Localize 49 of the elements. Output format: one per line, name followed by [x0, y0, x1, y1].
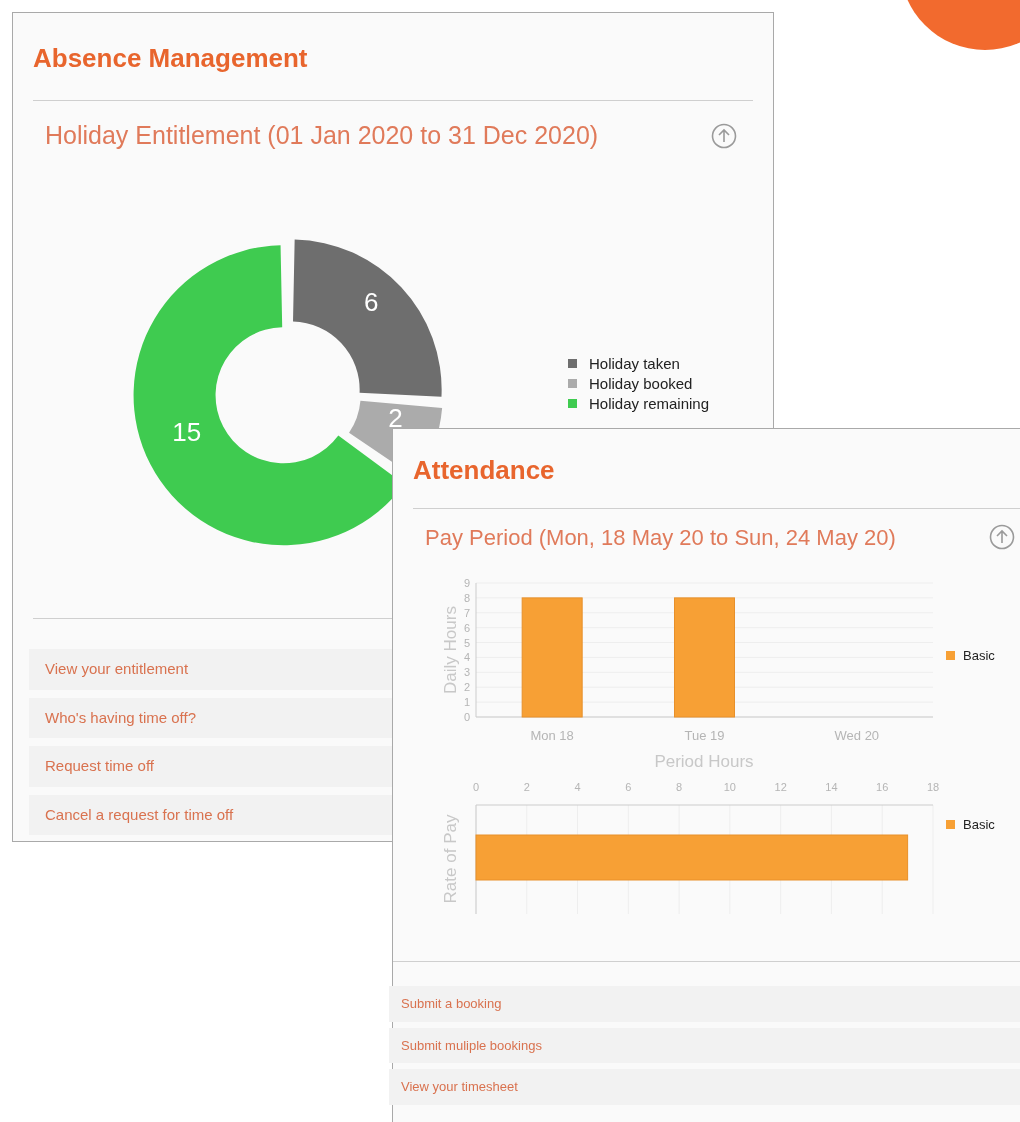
- legend-label: Holiday taken: [589, 355, 680, 372]
- legend-swatch: [946, 820, 955, 829]
- legend-label: Holiday booked: [589, 375, 693, 392]
- axis-tick-label: 10: [723, 781, 736, 793]
- axis-tick-label: 18: [926, 781, 940, 793]
- scroll-up-icon[interactable]: [711, 123, 737, 149]
- axis-tick-label: 2: [463, 681, 470, 694]
- action-link[interactable]: View your timesheet: [389, 1069, 1020, 1105]
- axis-tick-label: 4: [463, 651, 470, 664]
- action-link[interactable]: Submit muliple bookings: [389, 1027, 1020, 1063]
- axis-tick-label: 8: [676, 781, 683, 793]
- slice-value-label: 15: [172, 417, 202, 448]
- action-link[interactable]: Who's having time off?: [29, 697, 392, 738]
- panel-subtitle: Holiday Entitlement (01 Jan 2020 to 31 Dec 2020): [45, 120, 599, 152]
- legend-swatch: [568, 379, 577, 388]
- scroll-up-icon[interactable]: [989, 524, 1015, 550]
- axis-tick-label: 9: [463, 577, 470, 589]
- slice-value-label: 6: [364, 287, 379, 318]
- action-link[interactable]: Cancel a request for time off: [29, 794, 392, 835]
- axis-tick-label: 1: [463, 696, 470, 709]
- axis-tick-label: 8: [463, 591, 470, 604]
- axis-tick-label: 16: [876, 781, 889, 793]
- action-link[interactable]: View your entitlement: [29, 649, 392, 690]
- legend-label: Basic: [963, 648, 995, 663]
- axis-tick-label: 2: [523, 781, 530, 793]
- axis-tick-label: 3: [463, 666, 470, 679]
- axis-tick-label: 6: [463, 621, 470, 634]
- axis-tick-label: 14: [825, 781, 838, 793]
- axis-category-label: Mon 18: [530, 728, 574, 743]
- axis-tick-label: 0: [472, 781, 480, 793]
- axis-tick-label: 4: [574, 781, 581, 793]
- axis-tick-label: 12: [774, 781, 787, 793]
- panel-subtitle: Pay Period (Mon, 18 May 20 to Sun, 24 May 20): [425, 523, 896, 552]
- legend-swatch: [568, 399, 577, 408]
- action-link[interactable]: Request time off: [29, 746, 392, 787]
- legend-swatch: [568, 359, 577, 368]
- slice-value-label: 2: [388, 403, 403, 434]
- axis-category-label: Tue 19: [684, 728, 725, 743]
- panel-title: Attendance: [413, 454, 555, 487]
- legend-swatch: [946, 651, 955, 660]
- legend-label: Holiday remaining: [589, 395, 710, 412]
- action-link[interactable]: Submit a booking: [389, 986, 1020, 1022]
- panel-title: Absence Management: [33, 42, 308, 75]
- axis-category-label: Wed 20: [834, 728, 880, 743]
- axis-tick-label: 6: [625, 781, 632, 793]
- legend-label: Basic: [963, 817, 995, 832]
- axis-tick-label: 7: [463, 606, 470, 619]
- axis-tick-label: 5: [463, 636, 470, 649]
- axis-tick-label: 0: [463, 711, 470, 723]
